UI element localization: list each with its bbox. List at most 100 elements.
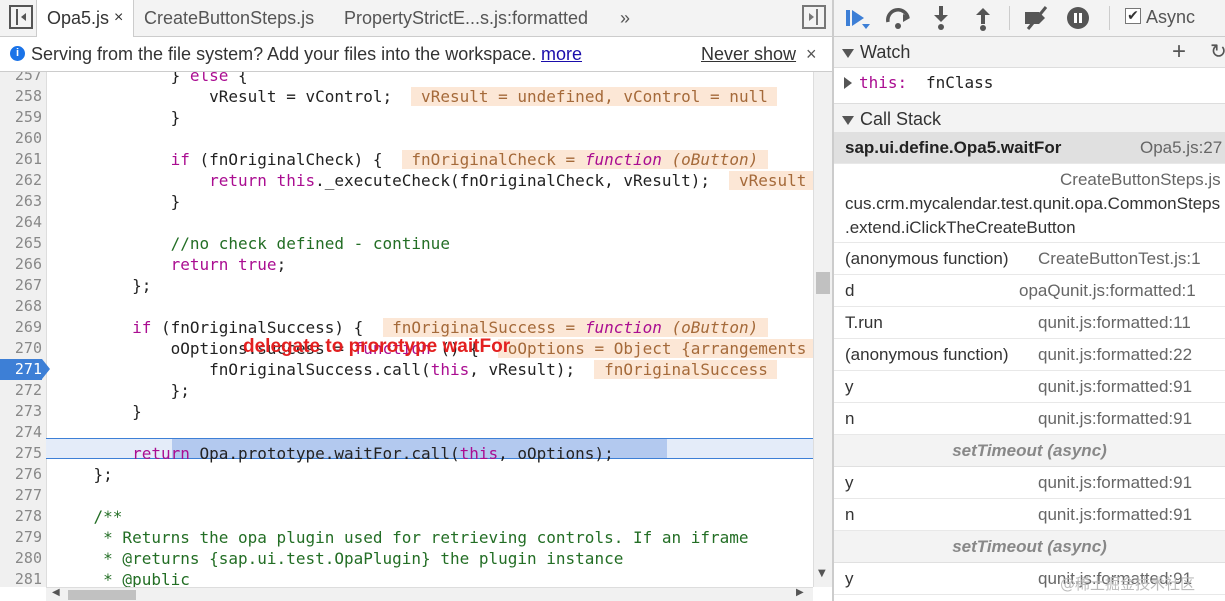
editor-tab-bar: Opa5.js × CreateButtonSteps.js PropertyS… [0,0,833,37]
line-number[interactable]: 262 [0,170,42,191]
step-over-icon[interactable] [884,4,912,32]
line-number[interactable]: 273 [0,401,42,422]
debugger-sidebar: ✔ Async Watch + ↻ this: fnClass Call Sta… [834,0,1225,601]
call-stack-frame[interactable]: CreateButtonSteps.js cus.crm.mycalendar.t… [834,164,1225,243]
line-number-gutter[interactable]: 257 258 259 260 261 262 263 264 265 266 267 268 269 2… [0,72,50,587]
frame-location: qunit.js:formatted:91 [1038,409,1193,428]
code-line[interactable]: fnOriginalSuccess.call(this, vResult); f… [55,359,778,380]
call-stack-frame[interactable]: T.run qunit.js:formatted:11 [834,307,1225,339]
add-watch-icon[interactable]: + [1172,37,1186,67]
line-number[interactable]: 277 [0,485,42,506]
never-show-link[interactable]: Never show [701,37,796,71]
line-number[interactable]: 272 [0,380,42,401]
call-stack-frame[interactable]: (anonymous function) qunit.js:formatted:2… [834,339,1225,371]
call-stack-frame[interactable]: (anonymous function) CreateButtonTest.js:… [834,243,1225,275]
call-stack-frame[interactable]: y qunit.js:formatted:91 [834,371,1225,403]
infobar-close-icon[interactable]: × [806,37,817,71]
frame-location: qunit.js:formatted:91 [1038,377,1193,396]
code-line[interactable]: return Opa.prototype.waitFor.call(this, … [55,443,614,464]
code-line[interactable]: }; [55,380,190,401]
code-line[interactable]: vResult = vControl; vResult = undefined,… [55,86,778,107]
code-line[interactable]: } else { [55,72,248,86]
code-line[interactable]: /** [55,506,123,527]
line-number[interactable]: 280 [0,548,42,569]
call-stack-frame[interactable]: n qunit.js:formatted:91 [834,403,1225,435]
line-number[interactable]: 266 [0,254,42,275]
line-number[interactable]: 265 [0,233,42,254]
code-line[interactable]: }; [55,464,113,485]
line-number[interactable]: 260 [0,128,42,149]
frame-function-name: cus.crm.mycalendar.test.qunit.opa.Common… [845,194,1221,213]
editor-pane: Opa5.js × CreateButtonSteps.js PropertyS… [0,0,833,601]
call-stack-frame[interactable]: sap.ui.define.Opa5.waitFor Opa5.js:27 [834,132,1225,164]
scroll-down-arrow-icon[interactable]: ▼ [818,568,826,579]
tab-label: Opa5.js [47,8,110,28]
line-number[interactable]: 281 [0,569,42,587]
line-number[interactable]: 278 [0,506,42,527]
line-number[interactable]: 279 [0,527,42,548]
call-stack-frame[interactable]: n qunit.js:formatted:91 [834,499,1225,531]
debugger-pane-toggle-icon[interactable] [802,5,826,29]
code-line[interactable]: } [55,401,142,422]
step-into-icon[interactable] [927,4,955,32]
code-line[interactable]: } [55,191,181,212]
code-line[interactable]: return this._executeCheck(fnOriginalChec… [55,170,813,191]
tab-propertystrict-formatted[interactable]: PropertyStrictE...s.js:formatted [344,0,589,36]
line-number[interactable]: 263 [0,191,42,212]
toolbar-separator [1009,6,1010,30]
code-line[interactable]: * @returns {sap.ui.test.OpaPlugin} the p… [55,548,623,569]
navigator-toggle-icon[interactable] [9,5,33,29]
call-stack-frame[interactable]: qunit.js:formatted:91 [834,595,1225,601]
code-line[interactable]: * Returns the opa plugin used for retrie… [55,527,748,548]
code-line[interactable]: if (fnOriginalSuccess) { fnOriginalSucce… [55,317,768,338]
line-number[interactable]: 268 [0,296,42,317]
vertical-scrollbar[interactable]: ▼ [813,72,832,587]
scroll-left-arrow-icon[interactable]: ◀ [52,587,60,598]
line-number[interactable]: 276 [0,464,42,485]
resume-icon[interactable] [842,4,870,32]
line-number[interactable]: 258 [0,86,42,107]
line-number[interactable]: 267 [0,275,42,296]
async-checkbox[interactable]: ✔ [1125,8,1141,24]
collapse-triangle-icon[interactable] [844,77,852,89]
scroll-right-arrow-icon[interactable]: ▶ [796,587,804,598]
step-out-icon[interactable] [969,4,997,32]
line-number[interactable]: 259 [0,107,42,128]
vertical-scroll-thumb[interactable] [816,272,830,294]
refresh-watch-icon[interactable]: ↻ [1210,37,1225,67]
line-number[interactable]: 275 [0,443,42,464]
code-editor[interactable]: 257 258 259 260 261 262 263 264 265 266 267 268 269 2… [0,72,813,587]
line-number[interactable]: 264 [0,212,42,233]
code-line[interactable]: return true; [55,254,287,275]
call-stack-section-header[interactable]: Call Stack [834,103,1225,135]
async-label[interactable]: Async [1146,0,1195,34]
pause-on-exceptions-icon[interactable] [1064,4,1092,32]
more-tabs-icon[interactable]: » [620,0,630,36]
watch-section-header[interactable]: Watch + ↻ [834,37,1225,68]
tab-createbuttonsteps-js[interactable]: CreateButtonSteps.js [144,0,324,36]
tab-opa5-js[interactable]: Opa5.js × [36,0,134,37]
call-stack-frame[interactable]: y qunit.js:formatted:91 [834,467,1225,499]
infobar-more-link[interactable]: more [541,37,582,71]
frame-location: qunit.js:formatted:11 [1038,313,1191,332]
line-number[interactable]: 261 [0,149,42,170]
deactivate-breakpoints-icon[interactable] [1022,4,1050,32]
code-line[interactable]: if (fnOriginalCheck) { fnOriginalCheck =… [55,149,768,170]
code-line[interactable]: //no check defined - continue [55,233,450,254]
info-icon: i [10,46,25,61]
line-number[interactable]: 274 [0,422,42,443]
code-line[interactable]: } [55,107,181,128]
breakpoint-line-number[interactable]: 271 [0,359,50,380]
tab-close-icon[interactable]: × [114,0,123,36]
horizontal-scrollbar[interactable]: ◀ ▶ [46,587,813,601]
line-number[interactable]: 270 [0,338,42,359]
line-number[interactable]: 257 [0,72,42,86]
async-separator: setTimeout (async) [834,435,1225,467]
watch-item[interactable]: this: fnClass [834,68,1225,98]
call-stack-frame[interactable]: d opaQunit.js:formatted:1 [834,275,1225,307]
line-number[interactable]: 269 [0,317,42,338]
code-line[interactable]: }; [55,275,151,296]
horizontal-scroll-thumb[interactable] [68,590,136,600]
code-line[interactable]: * @public [55,569,190,587]
frame-function-name-cont: .extend.iClickTheCreateButton [845,218,1076,237]
